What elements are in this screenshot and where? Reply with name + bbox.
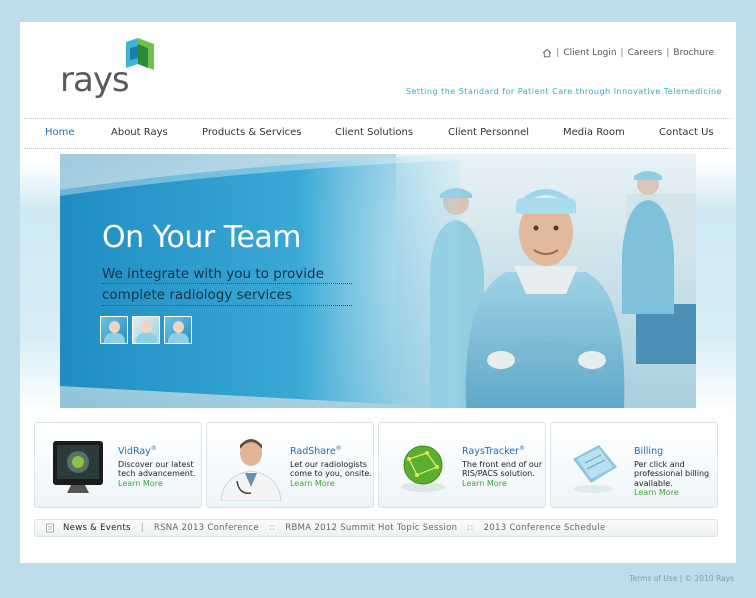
hero-title: On Your Team (102, 220, 302, 255)
card-title: VidRay® (118, 445, 157, 458)
client-login-link[interactable]: Client Login (563, 48, 616, 58)
card-title: RadShare® (290, 445, 342, 458)
document-icon (46, 523, 54, 533)
feature-card-billing[interactable]: Billing Per click and professional billi… (550, 422, 718, 508)
feature-card-radshare[interactable]: RadShare® Let our radiologists come to y… (206, 422, 374, 508)
billing-card-icon (573, 445, 617, 493)
utility-links: | Client Login | Careers | Brochure (542, 48, 714, 58)
careers-link[interactable]: Careers (628, 48, 663, 58)
news-label: News & Events (63, 523, 131, 533)
nav-products-services[interactable]: Products & Services (202, 127, 302, 138)
copyright-text: © 2010 Rays (684, 574, 734, 583)
hero-thumb-2[interactable] (132, 316, 160, 344)
nav-contact-us[interactable]: Contact Us (659, 127, 714, 138)
news-item-2013-schedule[interactable]: 2013 Conference Schedule (484, 523, 606, 533)
logo-cube-icon (126, 38, 154, 70)
hero-rule (102, 305, 352, 306)
card-description: Per click and professional billing avail… (634, 459, 710, 488)
nav-client-solutions[interactable]: Client Solutions (335, 127, 413, 138)
learn-more-link[interactable]: Learn More (290, 479, 376, 489)
nav-about-rays[interactable]: About Rays (111, 127, 168, 138)
feature-card-raystracker[interactable]: RaysTracker® The front end of our RIS/PA… (378, 422, 546, 508)
card-description: Discover our latest tech advancement. (118, 459, 196, 479)
nav-client-personnel[interactable]: Client Personnel (448, 127, 529, 138)
divider (24, 148, 732, 149)
home-icon[interactable] (542, 48, 552, 58)
separator: | (140, 523, 144, 533)
news-item-rsna-2013[interactable]: RSNA 2013 Conference (154, 523, 259, 533)
separator: | (556, 48, 560, 58)
page-container: rays | Client Login | Careers | Brochure… (20, 22, 736, 563)
card-description: Let our radiologists come to you, onsite… (290, 459, 372, 479)
learn-more-link[interactable]: Learn More (462, 479, 548, 489)
news-item-rbma-2012[interactable]: RBMA 2012 Summit Hot Topic Session (285, 523, 457, 533)
learn-more-link[interactable]: Learn More (634, 488, 720, 498)
logo-wordmark: rays (60, 60, 130, 100)
divider (24, 118, 732, 119)
brochure-link[interactable]: Brochure (673, 48, 714, 58)
terms-of-use-link[interactable]: Terms of Use (629, 574, 677, 583)
doctor-photo (220, 439, 282, 501)
hero-thumb-3[interactable] (164, 316, 192, 344)
tagline: Setting the Standard for Patient Care th… (405, 87, 722, 96)
card-title: RaysTracker® (462, 445, 526, 458)
card-description: The front end of our RIS/PACS solution. (462, 459, 543, 479)
nav-home[interactable]: Home (45, 127, 75, 138)
separator: :: (268, 523, 276, 533)
separator: | (666, 48, 670, 58)
hero-thumb-1[interactable] (100, 316, 128, 344)
news-bar: News & Events | RSNA 2013 Conference :: … (34, 519, 718, 537)
separator: | (620, 48, 624, 58)
rays-logo[interactable]: rays (60, 38, 160, 100)
nav-media-room[interactable]: Media Room (563, 127, 625, 138)
hero-banner: On Your Team We integrate with you to pr… (60, 154, 696, 408)
card-title: Billing (634, 446, 664, 458)
footer: Terms of Use | © 2010 Rays (629, 574, 734, 583)
globe-network-icon (401, 445, 445, 492)
monitor-icon (53, 441, 103, 493)
hero-thumbnails (100, 316, 192, 344)
learn-more-link[interactable]: Learn More (118, 479, 204, 489)
feature-card-vidray[interactable]: VidRay® Discover our latest tech advance… (34, 422, 202, 508)
hero-rule (102, 283, 352, 284)
hero-subtitle-line2: complete radiology services (102, 287, 293, 303)
hero-subtitle-line1: We integrate with you to provide (102, 266, 324, 282)
separator: :: (467, 523, 474, 533)
main-nav: Home About Rays Products & Services Clie… (24, 120, 732, 146)
